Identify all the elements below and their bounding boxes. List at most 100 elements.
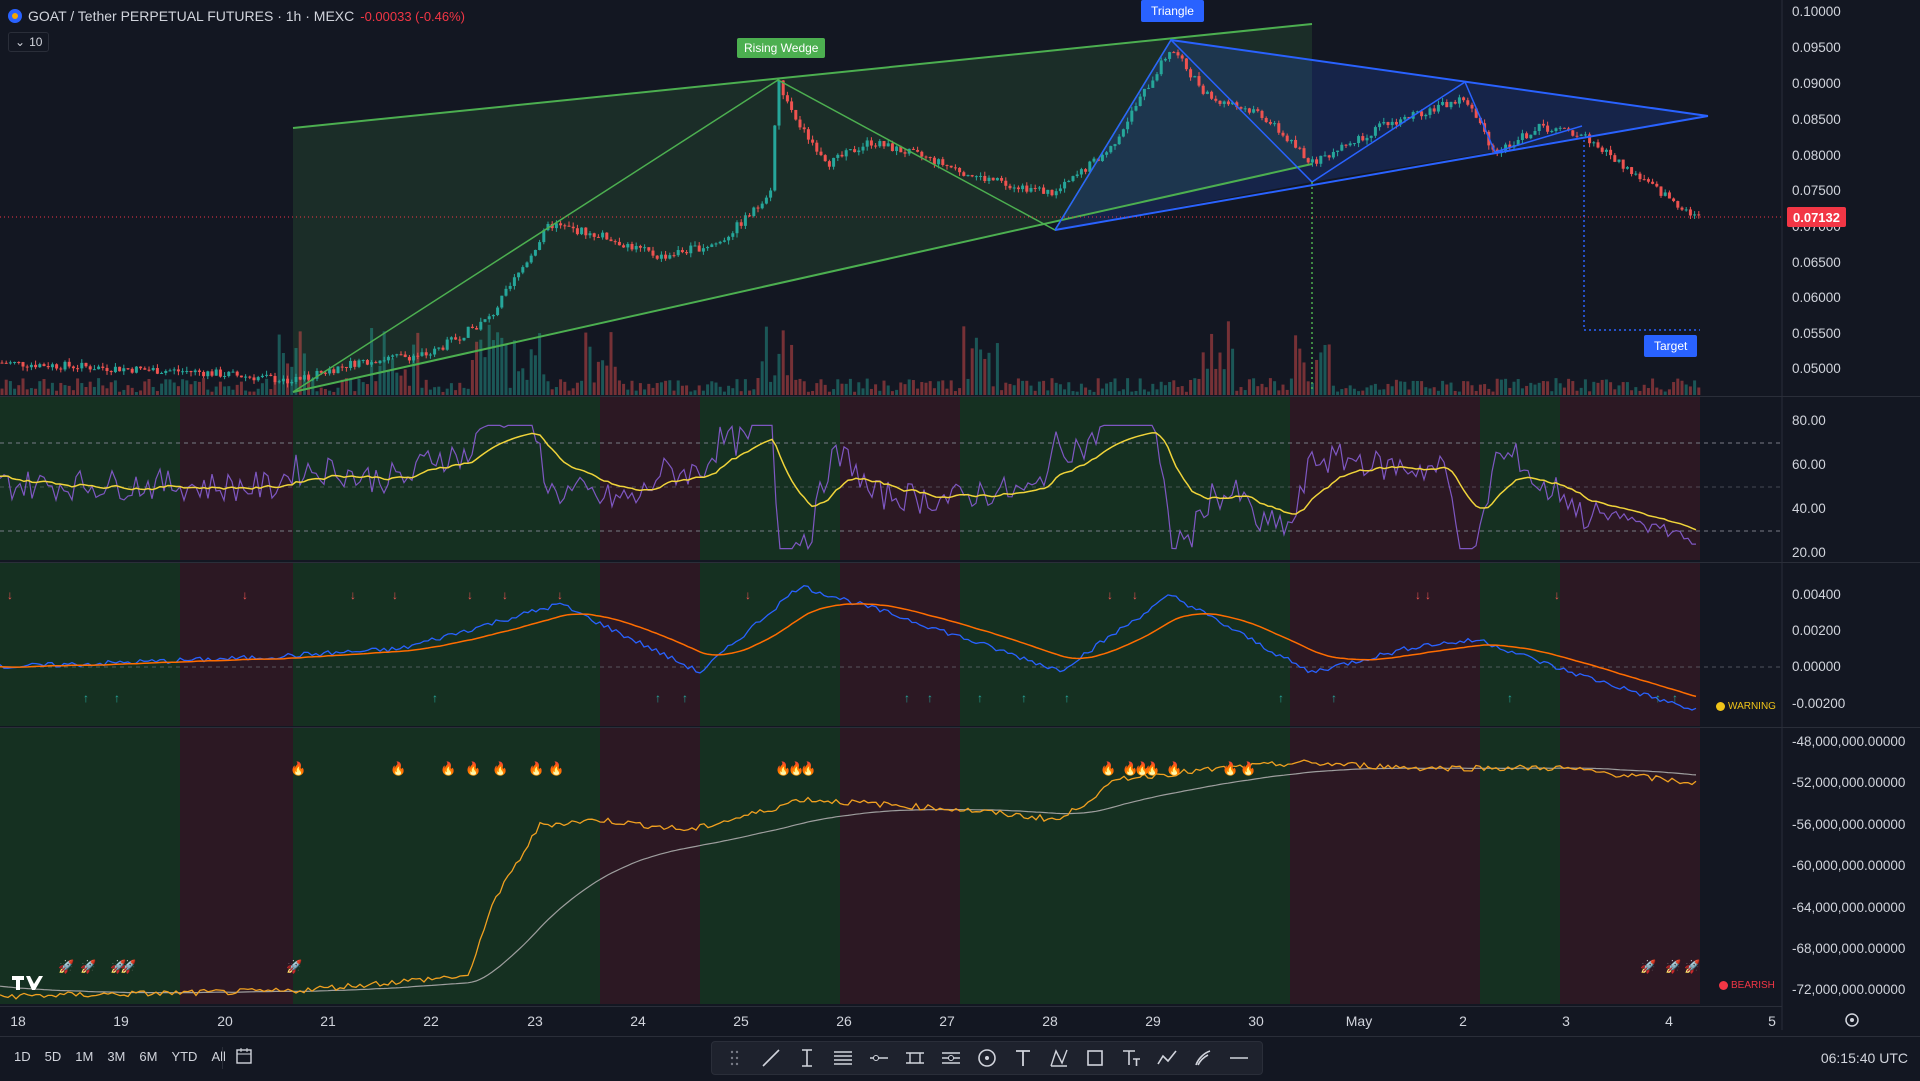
pane-separator-3[interactable]	[0, 727, 1920, 728]
volume-bar	[890, 391, 894, 395]
candle-body	[1058, 188, 1062, 192]
volume-bar	[1273, 381, 1277, 395]
volume-bar	[223, 386, 227, 395]
collapse-indicators-button[interactable]: ⌄ 10	[8, 32, 50, 52]
candle-body	[407, 356, 411, 361]
obv-tick: -68,000,000.00000	[1792, 941, 1906, 956]
range-3m-button[interactable]: 3M	[107, 1049, 125, 1064]
time-axis[interactable]: 18 19 20 21 22 23 24 25 26 27 28 29 30 M…	[0, 1006, 1782, 1035]
volume-bar	[4, 379, 8, 395]
range-all-button[interactable]: All	[211, 1049, 225, 1064]
volume-bar	[1327, 344, 1331, 395]
candle-body	[966, 175, 970, 177]
candle-body	[1210, 91, 1214, 99]
text-icon[interactable]	[1008, 1043, 1038, 1073]
rising-wedge-label[interactable]: Rising Wedge	[737, 38, 826, 58]
candle-body	[1403, 116, 1407, 120]
rocket-icon: 🚀	[286, 959, 303, 974]
circle-icon[interactable]	[972, 1043, 1002, 1073]
target-label[interactable]: Target	[1644, 335, 1698, 357]
candle-body	[987, 177, 991, 182]
macd-sell-arrow: ↓	[557, 588, 563, 602]
candle-body	[1428, 108, 1432, 115]
candle-body	[1537, 123, 1541, 132]
volume-bar	[1529, 382, 1533, 395]
horizontal-ray-icon[interactable]	[864, 1043, 894, 1073]
candle-body	[651, 250, 655, 256]
candle-body	[1525, 133, 1529, 139]
volume-bar	[1470, 385, 1474, 395]
volume-bar	[727, 385, 731, 395]
price-axis[interactable]: 0.10000 0.09500 0.09000 0.08500 0.08000 …	[1782, 0, 1920, 1030]
candle-body	[1226, 101, 1230, 105]
tradingview-logo-icon[interactable]	[10, 972, 44, 992]
candle-body	[139, 366, 143, 369]
calendar-icon[interactable]	[235, 1047, 253, 1065]
candle-body	[664, 254, 668, 259]
volume-bar	[1449, 382, 1453, 395]
candle-body	[76, 368, 80, 370]
candle-body	[1042, 187, 1046, 194]
candle-body	[353, 360, 357, 367]
volume-bar	[533, 355, 537, 395]
volume-bar	[1298, 348, 1302, 395]
candle-body	[1420, 111, 1424, 117]
volume-bar	[718, 386, 722, 395]
volume-bar	[546, 381, 550, 395]
fire-icon: 🔥	[1240, 761, 1257, 776]
volume-bar	[143, 381, 147, 395]
trend-line-icon[interactable]	[756, 1043, 786, 1073]
volume-bar	[1247, 379, 1251, 395]
cursor-text-icon[interactable]	[792, 1043, 822, 1073]
regression-icon[interactable]	[936, 1043, 966, 1073]
range-6m-button[interactable]: 6M	[139, 1049, 157, 1064]
triangle-label[interactable]: Triangle	[1141, 0, 1204, 22]
volume-bar	[1142, 389, 1146, 395]
chart-canvas[interactable]: ↓ ↓ ↓ ↓ ↓ ↓ ↓ ↓ ↓ ↓ ↓ ↓ ↓ ↑ ↑ ↑ ↑ ↑ ↑ ↑ ↑ ↑ ↑ ↑ ↑ ↑ ↑ ↑	[0, 0, 1920, 1036]
volume-bar	[672, 390, 676, 395]
range-1m-button[interactable]: 1M	[75, 1049, 93, 1064]
pane-separator-2[interactable]	[0, 562, 1920, 563]
volume-bar	[643, 389, 647, 395]
pattern-icon[interactable]	[1044, 1043, 1074, 1073]
rectangle-icon[interactable]	[1080, 1043, 1110, 1073]
symbol-title[interactable]: GOAT / Tether PERPETUAL FUTURES · 1h · M…	[28, 8, 354, 24]
horizontal-line-icon[interactable]	[1224, 1043, 1254, 1073]
candle-body	[256, 377, 260, 381]
brush-icon[interactable]	[1188, 1043, 1218, 1073]
macd-tick: -0.00200	[1792, 696, 1846, 711]
volume-bar	[1546, 381, 1550, 395]
path-icon[interactable]	[1152, 1043, 1182, 1073]
volume-bar	[470, 360, 474, 395]
candle-body	[735, 222, 739, 234]
text-note-icon[interactable]	[1116, 1043, 1146, 1073]
candle-body	[1583, 134, 1587, 136]
price-tick: 0.09500	[1792, 40, 1841, 55]
settings-icon[interactable]	[1843, 1011, 1861, 1029]
range-ytd-button[interactable]: YTD	[171, 1049, 197, 1064]
volume-bar	[836, 379, 840, 395]
volume-bar	[483, 357, 487, 395]
volume-bar	[559, 379, 563, 395]
volume-bar	[508, 387, 512, 395]
time-tick: 5	[1768, 1013, 1776, 1029]
range-1d-button[interactable]: 1D	[14, 1049, 31, 1064]
candle-body	[819, 151, 823, 156]
price-tick: 0.08000	[1792, 148, 1841, 163]
volume-bar	[907, 379, 911, 395]
candle-body	[924, 156, 928, 158]
candle-body	[399, 354, 403, 356]
candle-body	[1630, 167, 1634, 175]
parallel-channel-icon[interactable]	[900, 1043, 930, 1073]
range-5d-button[interactable]: 5D	[45, 1049, 62, 1064]
volume-bar	[1394, 379, 1398, 395]
volume-bar	[1092, 391, 1096, 395]
time-tick: 20	[217, 1013, 233, 1029]
drag-handle-icon[interactable]	[720, 1043, 750, 1073]
trend-band	[700, 397, 840, 560]
candle-body	[475, 327, 479, 330]
utc-clock[interactable]: 06:15:40 UTC	[1821, 1050, 1908, 1066]
pane-separator-1[interactable]	[0, 396, 1920, 397]
candle-body	[874, 145, 878, 147]
horizontal-lines-icon[interactable]	[828, 1043, 858, 1073]
